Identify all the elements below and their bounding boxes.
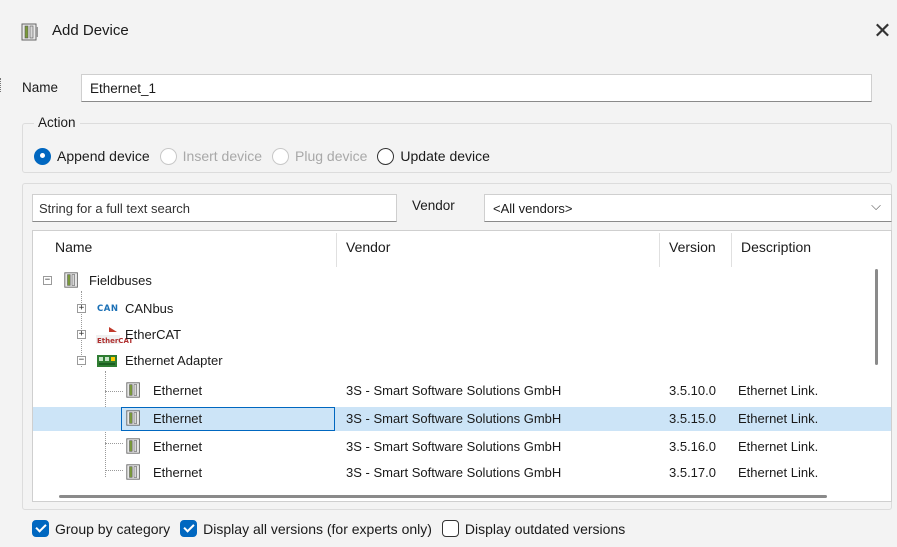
device-icon [21, 23, 38, 41]
update-device-radio[interactable]: Update device [377, 147, 490, 165]
action-group-label: Action [34, 115, 80, 130]
update-device-label: Update device [400, 148, 490, 164]
device-icon [126, 410, 140, 426]
can-icon: CAN [97, 304, 119, 314]
column-header-version[interactable]: Version [669, 239, 716, 255]
display-all-versions-checkbox[interactable]: Display all versions (for experts only) [180, 520, 432, 537]
checkbox-indicator [32, 520, 49, 537]
column-header-description[interactable]: Description [741, 239, 811, 255]
device-description: Ethernet Link. [738, 439, 819, 454]
plug-device-radio[interactable]: Plug device [272, 147, 368, 165]
device-vendor: 3S - Smart Software Solutions GmbH [346, 383, 562, 398]
append-device-radio[interactable]: Append device [34, 147, 150, 165]
device-version: 3.5.15.0 [669, 411, 716, 426]
device-description: Ethernet Link. [738, 383, 819, 398]
group-by-category-label: Group by category [55, 520, 171, 537]
device-version: 3.5.16.0 [669, 439, 716, 454]
device-name: Ethernet [153, 465, 203, 480]
radio-indicator [159, 147, 177, 165]
device-vendor: 3S - Smart Software Solutions GmbH [346, 439, 562, 454]
insert-device-radio[interactable]: Insert device [159, 147, 263, 165]
device-description: Ethernet Link. [738, 465, 819, 480]
tree-node-label: EtherCAT [125, 327, 182, 342]
device-tree-table[interactable]: Name Vendor Version Description − Fieldb… [32, 230, 892, 502]
plug-device-label: Plug device [295, 148, 368, 164]
device-icon [126, 464, 140, 480]
horizontal-scrollbar[interactable] [59, 495, 827, 498]
window-edge-marker [0, 78, 4, 92]
device-version: 3.5.17.0 [669, 465, 716, 480]
vendor-dropdown[interactable]: <All vendors> ⌵ [484, 194, 892, 222]
append-device-label: Append device [57, 148, 150, 164]
name-label: Name [22, 80, 59, 95]
tree-node-label: Fieldbuses [89, 273, 152, 288]
tree-node-label: Ethernet Adapter [125, 353, 223, 368]
device-row[interactable]: Ethernet 3S - Smart Software Solutions G… [33, 461, 891, 485]
chevron-down-icon: ⌵ [871, 198, 881, 213]
name-input[interactable] [81, 74, 872, 102]
column-header-name[interactable]: Name [55, 239, 92, 255]
search-input[interactable] [32, 194, 397, 222]
device-vendor: 3S - Smart Software Solutions GmbH [346, 411, 562, 426]
expand-icon[interactable]: + [77, 304, 86, 313]
collapse-icon[interactable]: − [43, 276, 52, 285]
column-divider[interactable] [336, 233, 337, 267]
device-vendor: 3S - Smart Software Solutions GmbH [346, 465, 562, 480]
display-all-versions-label: Display all versions (for experts only) [203, 520, 432, 537]
column-header-vendor[interactable]: Vendor [346, 239, 390, 255]
tree-node-ethernet-adapter[interactable]: − Ethernet Adapter [33, 349, 891, 373]
insert-device-label: Insert device [182, 148, 263, 164]
device-version: 3.5.10.0 [669, 383, 716, 398]
device-icon [64, 272, 78, 288]
display-options: Group by category Display all versions (… [32, 520, 635, 537]
radio-indicator [377, 147, 395, 165]
vendor-selected-value: <All vendors> [493, 201, 573, 216]
device-row[interactable]: Ethernet 3S - Smart Software Solutions G… [33, 435, 891, 459]
display-outdated-versions-checkbox[interactable]: Display outdated versions [441, 520, 626, 537]
dialog-title: Add Device [52, 22, 129, 39]
device-icon [126, 382, 140, 398]
expand-icon[interactable]: + [77, 330, 86, 339]
tree-node-label: CANbus [125, 301, 174, 316]
radio-indicator [34, 147, 51, 165]
device-name: Ethernet [153, 411, 203, 426]
device-row[interactable]: Ethernet 3S - Smart Software Solutions G… [33, 379, 891, 403]
column-divider[interactable] [659, 233, 660, 267]
tree-node-ethercat[interactable]: + EtherCAT EtherCAT [33, 323, 891, 347]
device-name: Ethernet [153, 439, 203, 454]
close-icon: ✕ [873, 18, 892, 43]
collapse-icon[interactable]: − [77, 356, 86, 365]
close-button[interactable]: ✕ [868, 14, 897, 48]
title-bar: Add Device ✕ [0, 0, 897, 62]
device-row-selected[interactable]: Ethernet 3S - Smart Software Solutions G… [33, 407, 891, 431]
add-device-dialog: Add Device ✕ Name Action Append device I… [0, 0, 897, 547]
radio-indicator [272, 147, 290, 165]
vertical-scrollbar[interactable] [875, 269, 878, 365]
device-description: Ethernet Link. [738, 411, 819, 426]
action-radio-group: Append device Insert device Plug device … [34, 146, 500, 166]
checkbox-indicator [180, 520, 198, 537]
vendor-label: Vendor [412, 198, 455, 213]
group-by-category-checkbox[interactable]: Group by category [32, 520, 170, 537]
tree-node-canbus[interactable]: + CAN CANbus [33, 297, 891, 321]
device-icon [126, 438, 140, 454]
device-name: Ethernet [153, 383, 203, 398]
column-divider[interactable] [731, 233, 732, 267]
checkbox-indicator [441, 520, 459, 537]
display-outdated-versions-label: Display outdated versions [464, 520, 626, 537]
ethernet-adapter-icon [97, 355, 117, 367]
tree-node-fieldbuses[interactable]: − Fieldbuses [33, 269, 891, 293]
